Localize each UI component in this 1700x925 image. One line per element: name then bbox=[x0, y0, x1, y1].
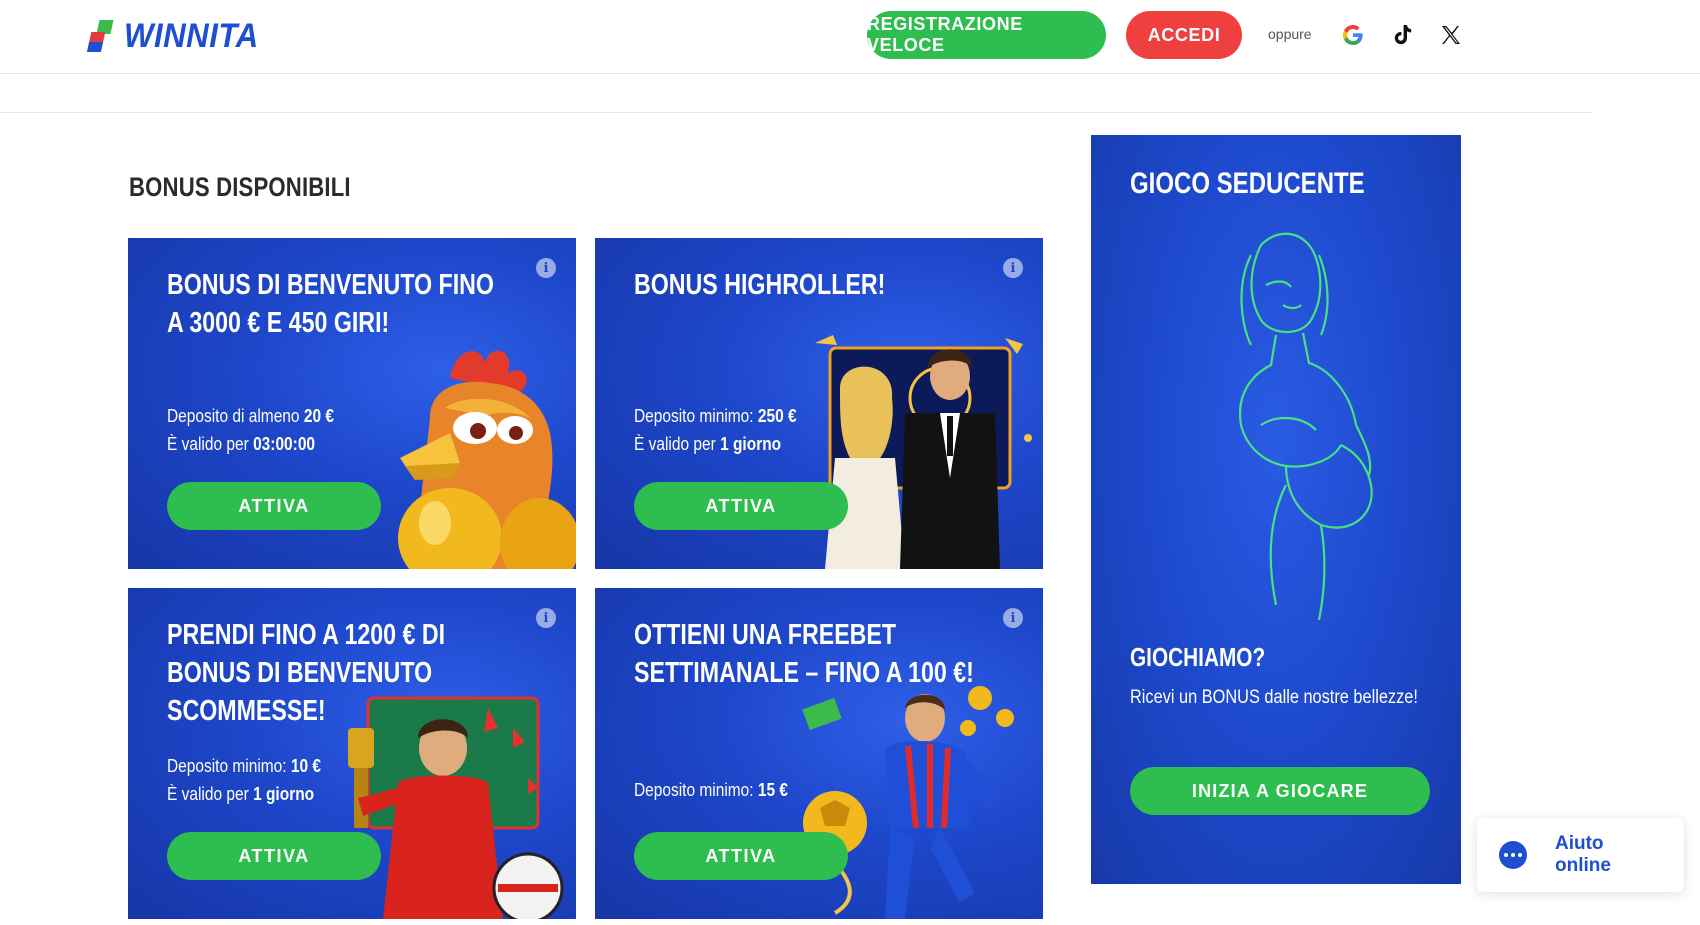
card-validity-line: È valido per 03:00:00 bbox=[167, 434, 316, 454]
racer-illustration bbox=[348, 696, 564, 919]
info-icon[interactable]: i bbox=[536, 258, 556, 278]
bonus-card-welcome: BONUS DI BENVENUTO FINO A 3000 € E 450 G… bbox=[128, 238, 576, 569]
or-label: oppure bbox=[1268, 26, 1312, 42]
chat-bubble-icon bbox=[1499, 841, 1527, 869]
promo-description: Ricevi un BONUS dalle nostre bellezze! bbox=[1130, 687, 1418, 708]
section-title: BONUS DISPONIBILI bbox=[129, 172, 351, 202]
chat-label: Aiuto online bbox=[1555, 833, 1611, 876]
activate-button[interactable]: ATTIVA bbox=[167, 482, 381, 530]
card-deposit-line: Deposito minimo: 250 € bbox=[634, 406, 797, 426]
logo[interactable]: WINNITA bbox=[86, 16, 270, 56]
card-deposit-line: Deposito minimo: 10 € bbox=[167, 756, 322, 776]
bonus-card-highroller: BONUS HIGHROLLER! i Deposito minimo: 250… bbox=[595, 238, 1043, 569]
info-icon[interactable]: i bbox=[536, 608, 556, 628]
activate-button[interactable]: ATTIVA bbox=[167, 832, 381, 880]
football-player-illustration bbox=[802, 686, 1014, 919]
register-button[interactable]: REGISTRAZIONE VELOCE bbox=[867, 11, 1106, 59]
promo-title: GIOCO SEDUCENTE bbox=[1130, 167, 1365, 200]
rooster-illustration bbox=[398, 350, 576, 569]
card-validity-line: È valido per 1 giorno bbox=[167, 784, 315, 804]
card-title: BONUS DI BENVENUTO FINO A 3000 € E 450 G… bbox=[167, 269, 494, 339]
info-icon[interactable]: i bbox=[1003, 258, 1023, 278]
couple-illustration bbox=[815, 335, 1032, 569]
online-help-widget[interactable]: Aiuto online bbox=[1477, 818, 1684, 892]
neon-woman-illustration bbox=[1238, 232, 1373, 621]
promo-subtitle: GIOCHIAMO? bbox=[1130, 642, 1266, 672]
divider bbox=[0, 112, 1592, 113]
card-deposit-line: Deposito di almeno 20 € bbox=[167, 406, 334, 426]
activate-button[interactable]: ATTIVA bbox=[634, 482, 848, 530]
tiktok-icon[interactable] bbox=[1386, 18, 1420, 52]
card-validity-line: È valido per 1 giorno bbox=[634, 434, 782, 454]
bonus-card-sports: PRENDI FINO A 1200 € DI BONUS DI BENVENU… bbox=[128, 588, 576, 919]
card-title: BONUS HIGHROLLER! bbox=[634, 269, 886, 301]
logo-mark-icon bbox=[86, 18, 118, 54]
start-playing-button[interactable]: INIZIA A GIOCARE bbox=[1130, 767, 1430, 815]
info-icon[interactable]: i bbox=[1003, 608, 1023, 628]
site-header: WINNITA REGISTRAZIONE VELOCE ACCEDI oppu… bbox=[0, 0, 1700, 74]
promo-banner: GIOCO SEDUCENTE GIOCHIAMO? Ricevi un BON… bbox=[1091, 135, 1461, 884]
login-button[interactable]: ACCEDI bbox=[1126, 11, 1242, 59]
google-icon[interactable] bbox=[1336, 18, 1370, 52]
bonus-card-freebet: OTTIENI UNA FREEBET SETTIMANALE – FINO A… bbox=[595, 588, 1043, 919]
x-icon[interactable] bbox=[1434, 18, 1468, 52]
card-deposit-line: Deposito minimo: 15 € bbox=[634, 780, 789, 800]
logo-text: WINNITA bbox=[124, 16, 259, 55]
activate-button[interactable]: ATTIVA bbox=[634, 832, 848, 880]
